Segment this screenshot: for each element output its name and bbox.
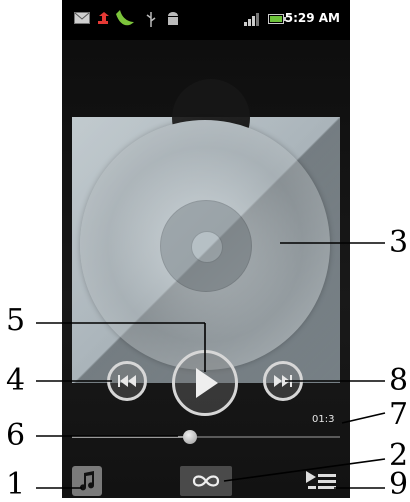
- callout-6: 6: [6, 418, 26, 453]
- callout-lines: [36, 242, 386, 489]
- callout-3: 3: [389, 225, 409, 260]
- callout-8: 8: [389, 363, 409, 398]
- callout-5: 5: [6, 303, 26, 338]
- callout-1: 1: [6, 467, 26, 502]
- callout-7: 7: [389, 397, 409, 432]
- callout-4: 4: [6, 363, 26, 398]
- callout-9: 9: [389, 467, 409, 502]
